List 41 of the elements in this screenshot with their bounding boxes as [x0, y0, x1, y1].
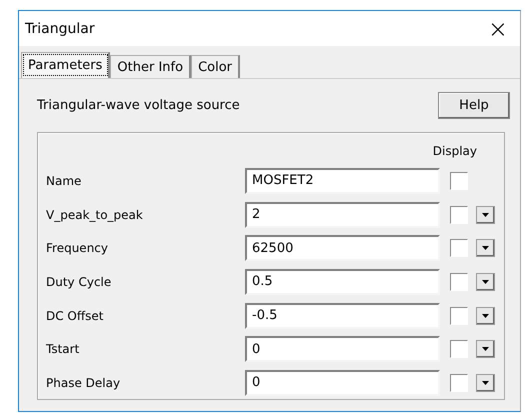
field-label: V_peak_to_peak: [46, 208, 144, 222]
field-label: Duty Cycle: [46, 274, 112, 289]
caret-icon: [482, 380, 489, 385]
input-field[interactable]: -0.5: [245, 302, 440, 329]
input-field[interactable]: MOSFET2: [245, 168, 440, 194]
checkbox[interactable]: [450, 172, 468, 190]
field-label: Frequency: [46, 241, 109, 256]
help-button[interactable]: Help: [438, 92, 510, 119]
tab[interactable]: Other Info: [110, 55, 192, 78]
dropdown-button[interactable]: [476, 272, 495, 291]
input-field[interactable]: 2: [245, 202, 440, 228]
caret-icon: [482, 246, 489, 250]
checkbox[interactable]: [450, 272, 468, 291]
checkbox[interactable]: [450, 206, 468, 224]
caret-icon: [482, 347, 489, 352]
field-label: DC Offset: [46, 308, 104, 323]
dropdown-button[interactable]: [476, 239, 495, 258]
window-title: Triangular: [25, 20, 95, 36]
close-button[interactable]: ×: [484, 16, 512, 40]
caret-icon: [482, 314, 489, 318]
tab[interactable]: Parameters: [21, 52, 110, 78]
field-label: Phase Delay: [46, 376, 122, 390]
tab[interactable]: Color: [191, 55, 240, 78]
checkbox[interactable]: [450, 374, 468, 392]
field-label: Name: [46, 174, 82, 188]
input-field[interactable]: 0: [245, 336, 440, 362]
dropdown-button[interactable]: [476, 340, 495, 358]
dropdown-button[interactable]: [476, 374, 495, 392]
checkbox[interactable]: [450, 340, 468, 358]
description-text: Triangular-wave voltage source: [37, 98, 240, 113]
column-heading: Display: [432, 144, 477, 160]
input-field[interactable]: 62500: [245, 235, 440, 262]
checkbox[interactable]: [450, 239, 468, 258]
dropdown-button[interactable]: [476, 206, 495, 224]
dropdown-button[interactable]: [476, 306, 495, 325]
caret-icon: [482, 212, 489, 217]
input-field[interactable]: 0.5: [245, 268, 440, 295]
input-field[interactable]: 0: [245, 370, 440, 396]
checkbox[interactable]: [450, 306, 468, 325]
caret-icon: [482, 280, 489, 284]
field-label: Tstart: [46, 342, 80, 356]
